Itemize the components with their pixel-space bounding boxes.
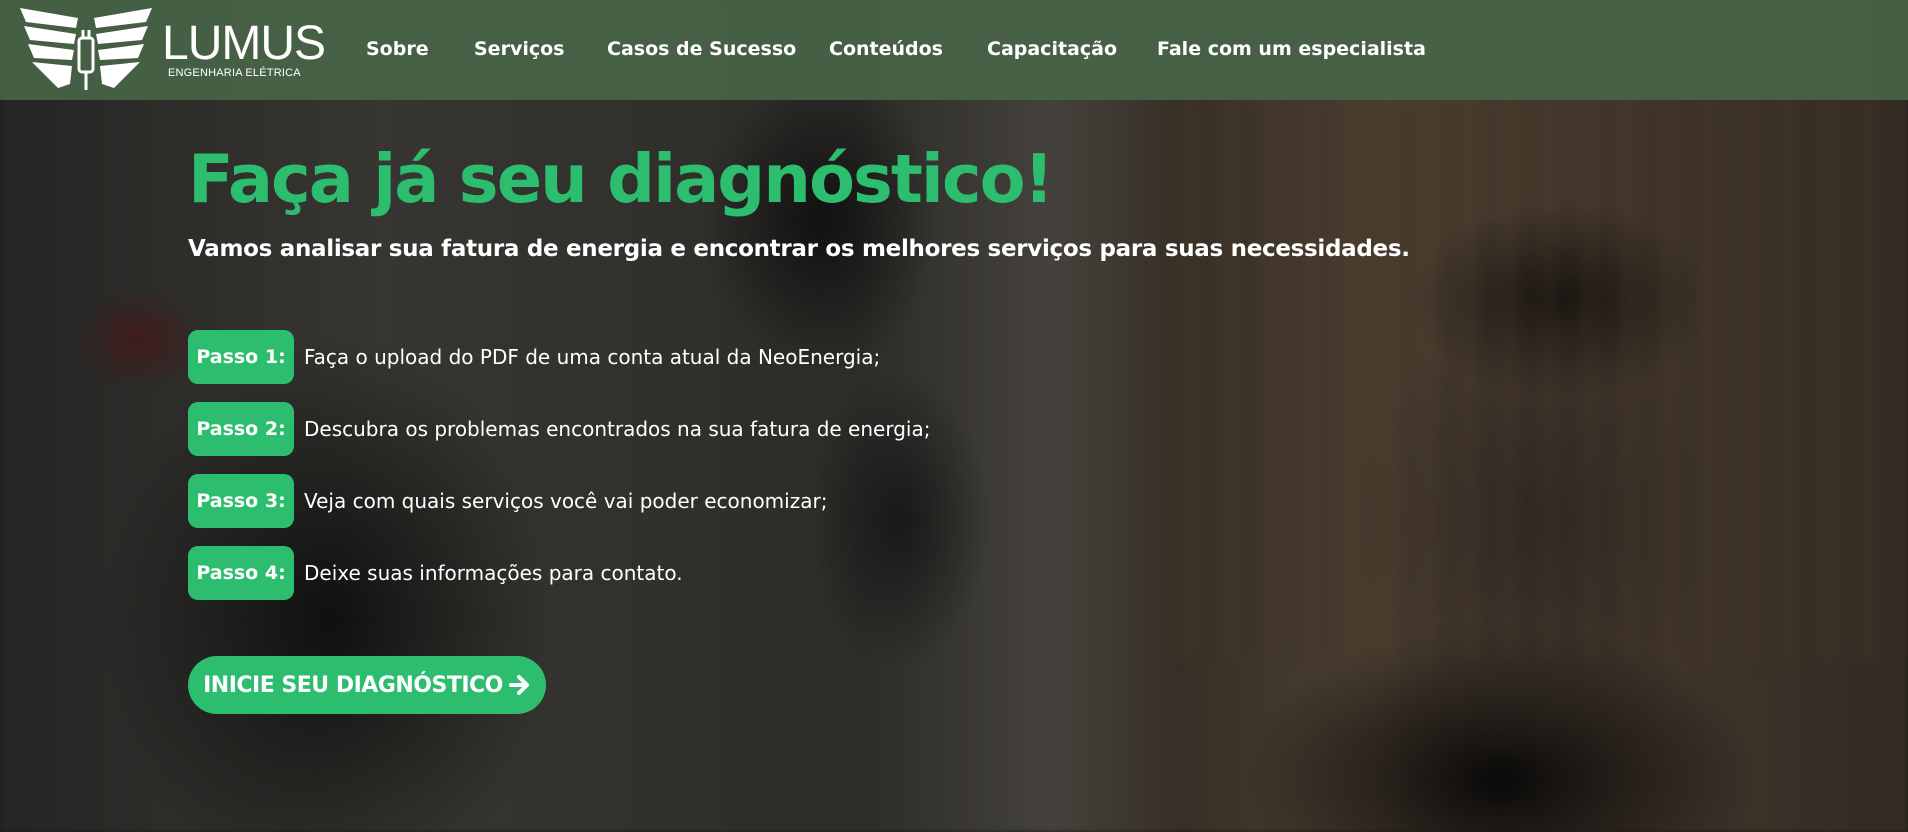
brand-tagline: ENGENHARIA ELÉTRICA xyxy=(168,67,301,79)
step-badge: Passo 2: xyxy=(188,402,294,456)
step-item: Passo 1: Faça o upload do PDF de uma con… xyxy=(188,330,880,384)
step-badge: Passo 1: xyxy=(188,330,294,384)
brand-name: LUMUS xyxy=(162,17,326,70)
start-diagnostic-button[interactable]: INICIE SEU DIAGNÓSTICO xyxy=(188,656,546,714)
page: LUMUS ENGENHARIA ELÉTRICA Sobre Serviços… xyxy=(0,0,1908,832)
start-diagnostic-label: INICIE SEU DIAGNÓSTICO xyxy=(203,672,503,698)
nav-item-casos-de-sucesso[interactable]: Casos de Sucesso xyxy=(607,38,796,60)
brand-logo[interactable]: LUMUS ENGENHARIA ELÉTRICA xyxy=(18,4,326,94)
hero-title: Faça já seu diagnóstico! xyxy=(188,140,1054,218)
step-item: Passo 3: Veja com quais serviços você va… xyxy=(188,474,827,528)
step-text: Veja com quais serviços você vai poder e… xyxy=(304,489,828,513)
nav-item-servicos[interactable]: Serviços xyxy=(474,38,564,60)
step-text: Descubra os problemas encontrados na sua… xyxy=(304,417,931,441)
nav-item-fale-com-especialista[interactable]: Fale com um especialista xyxy=(1157,38,1426,60)
arrow-right-icon xyxy=(508,674,531,696)
site-header: LUMUS ENGENHARIA ELÉTRICA Sobre Serviços… xyxy=(0,0,1908,100)
wings-plug-icon xyxy=(20,8,152,90)
nav-item-capacitacao[interactable]: Capacitação xyxy=(987,38,1117,60)
hero-subtitle: Vamos analisar sua fatura de energia e e… xyxy=(188,236,1410,262)
step-text: Faça o upload do PDF de uma conta atual … xyxy=(304,345,881,369)
step-text: Deixe suas informações para contato. xyxy=(304,561,683,585)
step-item: Passo 4: Deixe suas informações para con… xyxy=(188,546,683,600)
nav-item-sobre[interactable]: Sobre xyxy=(366,38,429,60)
step-badge: Passo 4: xyxy=(188,546,294,600)
step-item: Passo 2: Descubra os problemas encontrad… xyxy=(188,402,930,456)
nav-item-conteudos[interactable]: Conteúdos xyxy=(829,38,943,60)
step-badge: Passo 3: xyxy=(188,474,294,528)
